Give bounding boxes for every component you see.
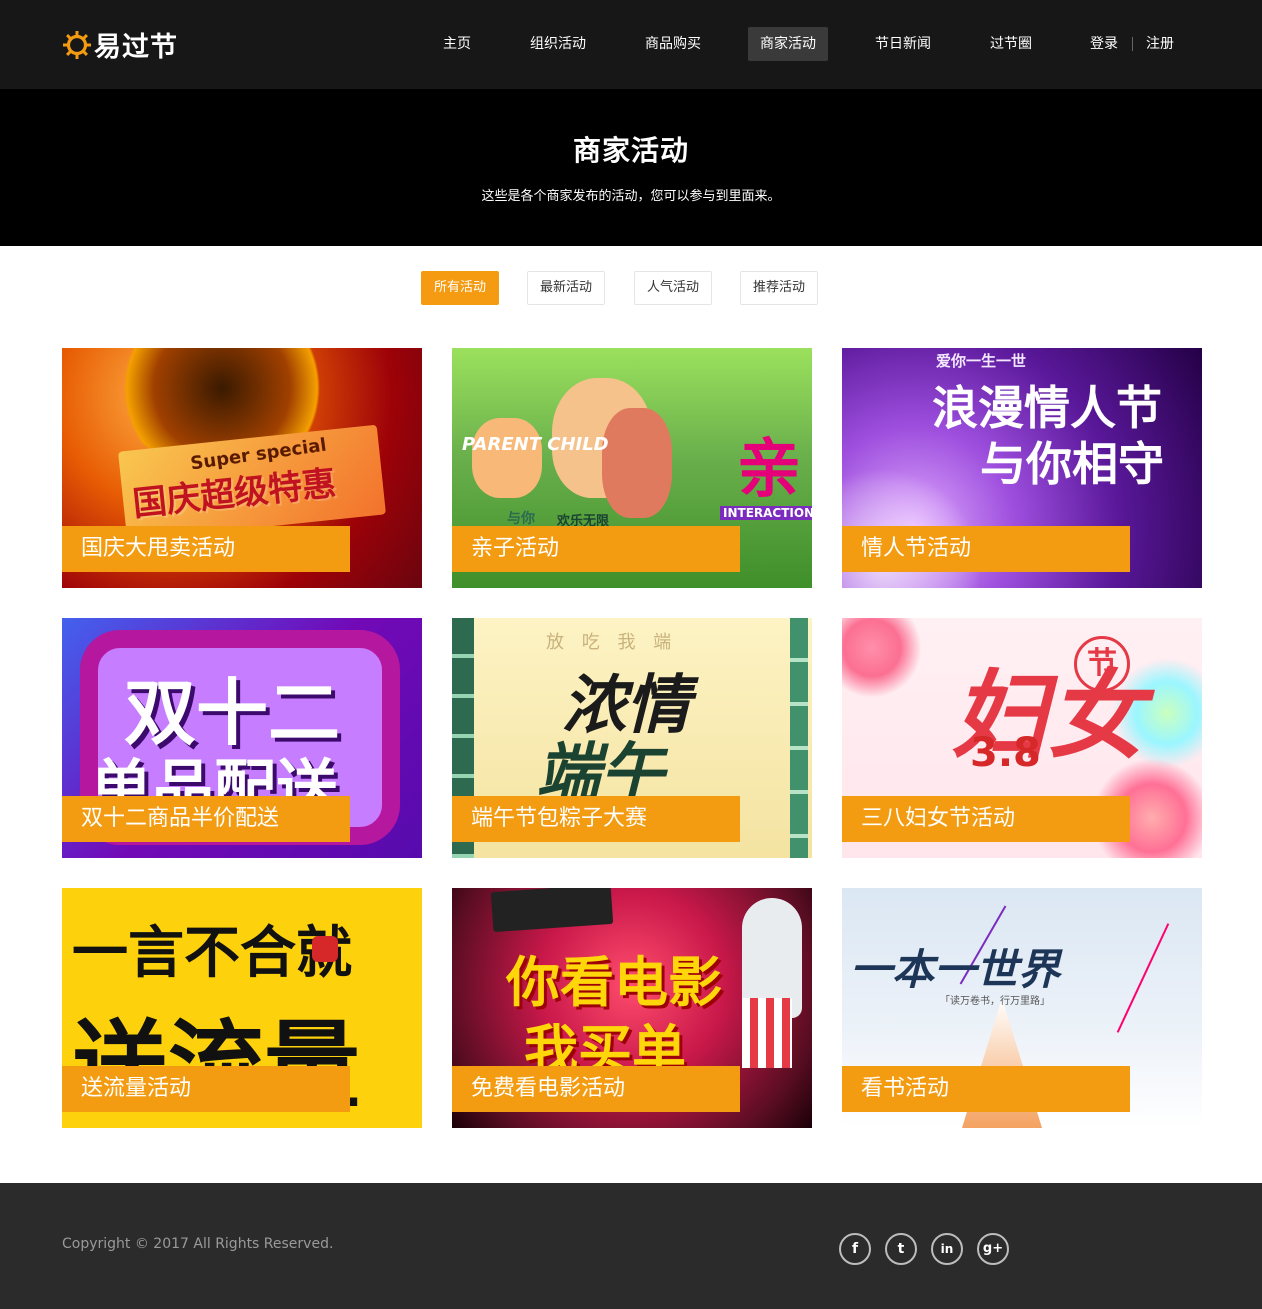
card-art-text: 放 吃 我 端 (546, 632, 678, 653)
filter-recommended[interactable]: 推荐活动 (740, 271, 819, 305)
page-footer: Copyright © 2017 All Rights Reserved. f … (0, 1183, 1262, 1309)
card-title: 送流量活动 (62, 1066, 350, 1112)
card-art-text: 与你相守 (980, 437, 1164, 491)
card-image-figure (472, 418, 542, 498)
facebook-icon[interactable]: f (839, 1233, 871, 1265)
google-plus-icon[interactable]: g+ (977, 1233, 1009, 1265)
card-art-text: INTERACTION (720, 506, 812, 520)
card-title: 三八妇女节活动 (842, 796, 1130, 842)
card-image-figure (602, 408, 672, 518)
nav-item-news[interactable]: 节日新闻 (863, 27, 943, 61)
sun-icon (62, 30, 92, 60)
card-art-text: 节 (1074, 636, 1130, 692)
activity-card[interactable]: 妇女 节 3.8 三八妇女节活动 (842, 618, 1202, 858)
card-title: 情人节活动 (842, 526, 1130, 572)
clapperboard-icon (490, 888, 614, 933)
activity-card[interactable]: 放 吃 我 端 浓情 端午 端午节包粽子大赛 (452, 618, 812, 858)
auth-divider (1132, 37, 1133, 51)
filter-popular[interactable]: 人气活动 (634, 271, 713, 305)
card-image-flower (842, 618, 922, 698)
activity-card[interactable]: 爱你一生一世 浪漫情人节 与你相守 情人节活动 (842, 348, 1202, 588)
activity-filters: 所有活动 最新活动 人气活动 推荐活动 (0, 246, 1262, 348)
twitter-icon[interactable]: t (885, 1233, 917, 1265)
nav-item-merchant-activities[interactable]: 商家活动 (748, 27, 828, 61)
boxing-glove-icon (312, 936, 338, 962)
card-title: 免费看电影活动 (452, 1066, 740, 1112)
card-title: 端午节包粽子大赛 (452, 796, 740, 842)
card-image-line (1116, 923, 1170, 1033)
card-art-text: 一言不合就 (72, 921, 352, 986)
site-logo[interactable]: 易过节 (62, 25, 178, 64)
card-art-text: PARENT CHILD (462, 434, 609, 455)
top-navbar: 易过节 主页 组织活动 商品购买 商家活动 节日新闻 过节圈 登录 注册 (0, 0, 1262, 89)
card-image-bamboo (790, 618, 808, 858)
nav-item-home[interactable]: 主页 (431, 27, 483, 61)
page-subtitle: 这些是各个商家发布的活动，您可以参与到里面来。 (481, 189, 781, 204)
card-title: 亲子活动 (452, 526, 740, 572)
card-title: 双十二商品半价配送 (62, 796, 350, 842)
activity-card[interactable]: 一本一世界 「读万卷书，行万里路」 看书活动 (842, 888, 1202, 1128)
card-art-text: 3.8 (970, 730, 1041, 776)
page-hero: 商家活动 这些是各个商家发布的活动，您可以参与到里面来。 (0, 89, 1262, 246)
activity-card[interactable]: 一言不合就 送流量 送流量活动 (62, 888, 422, 1128)
card-title: 看书活动 (842, 1066, 1130, 1112)
activity-card[interactable]: PARENT CHILD 亲 与你 欢乐无限 INTERACTION 亲子活动 (452, 348, 812, 588)
nav-item-shop[interactable]: 商品购买 (633, 27, 713, 61)
register-link[interactable]: 注册 (1146, 35, 1174, 53)
activity-grid: Super special 国庆超级特惠 国庆大甩卖活动 PARENT CHIL… (0, 348, 1262, 1183)
card-art-text: 爱你一生一世 (936, 352, 1027, 370)
activity-card[interactable]: Super special 国庆超级特惠 国庆大甩卖活动 (62, 348, 422, 588)
nav-item-organize[interactable]: 组织活动 (518, 27, 598, 61)
nav-item-circle[interactable]: 过节圈 (978, 27, 1044, 61)
card-art-text: 与你 (507, 511, 535, 527)
linkedin-icon[interactable]: in (931, 1233, 963, 1265)
activity-card[interactable]: 双十二 单品配送 双十二商品半价配送 (62, 618, 422, 858)
activity-card[interactable]: 你看电影 我买单 免费看电影活动 (452, 888, 812, 1128)
login-link[interactable]: 登录 (1090, 35, 1118, 53)
brand-name: 易过节 (94, 32, 178, 63)
card-art-text: 亲 (737, 433, 801, 507)
popcorn-icon (742, 998, 792, 1068)
card-art-text: 「读万卷书，行万里路」 (940, 996, 1050, 1007)
page-title: 商家活动 (572, 134, 689, 167)
copyright-text: Copyright © 2017 All Rights Reserved. (62, 1236, 334, 1252)
card-title: 国庆大甩卖活动 (62, 526, 350, 572)
card-art-text: 一本一世界 (850, 945, 1061, 994)
filter-all[interactable]: 所有活动 (421, 271, 500, 305)
filter-latest[interactable]: 最新活动 (527, 271, 606, 305)
